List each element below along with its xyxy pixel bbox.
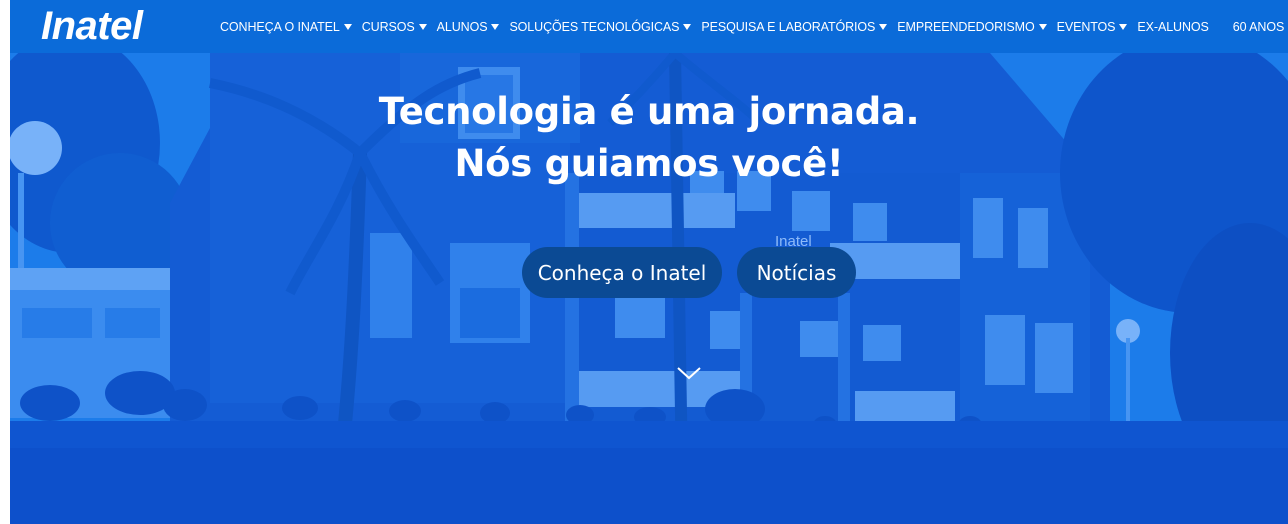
nav-item-solucoes-tecnologicas[interactable]: SOLUÇÕES TECNOLÓGICAS — [509, 19, 692, 34]
nav-item-eventos[interactable]: EVENTOS — [1057, 20, 1128, 34]
hero-title-line1: Tecnologia é uma jornada. — [378, 90, 920, 133]
nav-item-label: EMPREENDEDORISMO — [897, 19, 1035, 34]
chevron-down-icon[interactable] — [676, 365, 702, 381]
nav-item-label: 60 ANOS — [1232, 19, 1285, 34]
hero-banner: Inatel Tecnologia é uma jornada. Nós gui… — [10, 53, 1288, 524]
nav-item-conheca-o-inatel[interactable]: CONHEÇA O INATEL — [220, 20, 352, 34]
inatel-logo[interactable]: Inatel — [41, 4, 143, 49]
nav-item-empreendedorismo[interactable]: EMPREENDEDORISMO — [897, 19, 1047, 34]
nav-item-alunos[interactable]: ALUNOS — [437, 20, 500, 34]
caret-down-icon — [1119, 23, 1128, 30]
caret-down-icon — [879, 23, 888, 30]
caret-down-icon — [418, 23, 427, 30]
nav-item-label: SOLUÇÕES TECNOLÓGICAS — [509, 19, 680, 34]
nav-item-label: EVENTOS — [1056, 19, 1116, 34]
nav-item-ex-alunos[interactable]: EX-ALUNOS — [1137, 20, 1208, 34]
nav-item-label: CURSOS — [361, 19, 415, 34]
site-header: Inatel CONHEÇA O INATEL CURSOS ALUNOS SO… — [10, 0, 1288, 53]
nav-item-cursos[interactable]: CURSOS — [362, 20, 427, 34]
main-nav: CONHEÇA O INATEL CURSOS ALUNOS SOLUÇÕES … — [220, 0, 1284, 53]
nav-item-label: CONHEÇA O INATEL — [220, 19, 340, 34]
caret-down-icon — [343, 23, 352, 30]
nav-item-60-anos[interactable]: 60 ANOS — [1232, 19, 1285, 34]
nav-item-pesquisa-e-laboratorios[interactable]: PESQUISA E LABORATÓRIOS — [701, 19, 888, 34]
caret-down-icon — [683, 23, 692, 30]
caret-down-icon — [491, 23, 500, 30]
noticias-button[interactable]: Notícias — [737, 247, 856, 298]
caret-down-icon — [1038, 23, 1047, 30]
nav-item-label: PESQUISA E LABORATÓRIOS — [701, 19, 876, 34]
hero-title-line2: Nós guiamos você! — [454, 142, 844, 185]
nav-item-label: ALUNOS — [436, 19, 488, 34]
conheca-o-inatel-button[interactable]: Conheça o Inatel — [522, 247, 722, 298]
nav-item-label: EX-ALUNOS — [1137, 19, 1209, 34]
page: Inatel CONHEÇA O INATEL CURSOS ALUNOS SO… — [10, 0, 1288, 524]
